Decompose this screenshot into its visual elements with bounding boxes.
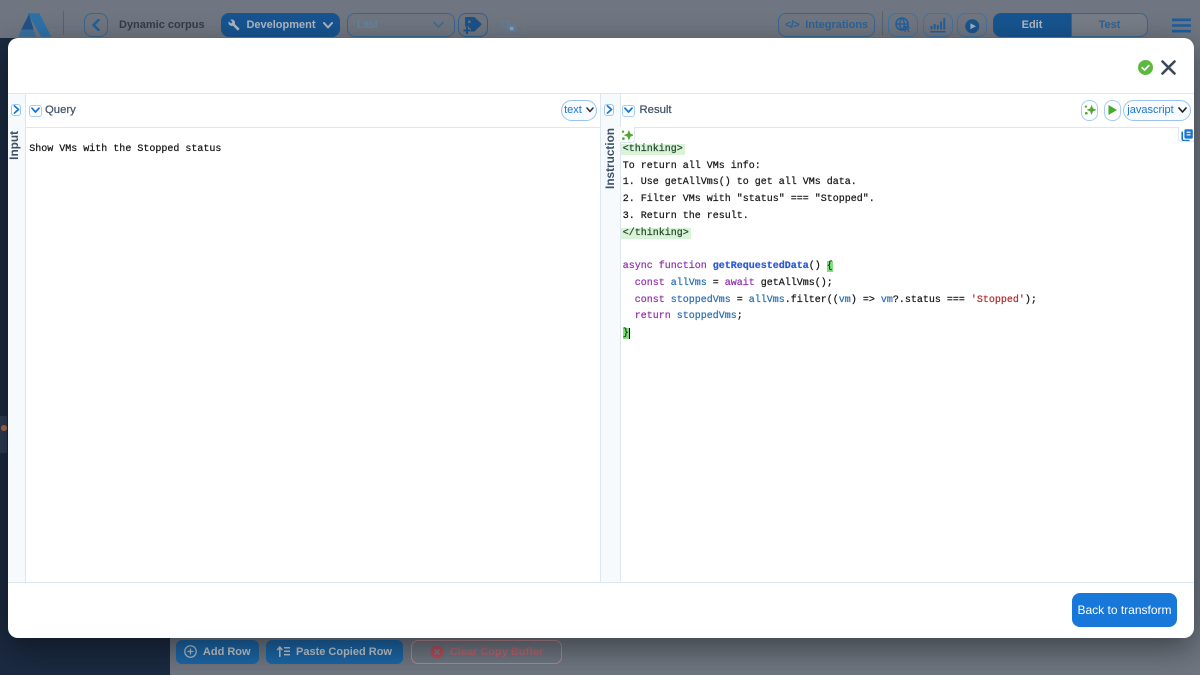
svg-text:R: R	[904, 25, 910, 33]
